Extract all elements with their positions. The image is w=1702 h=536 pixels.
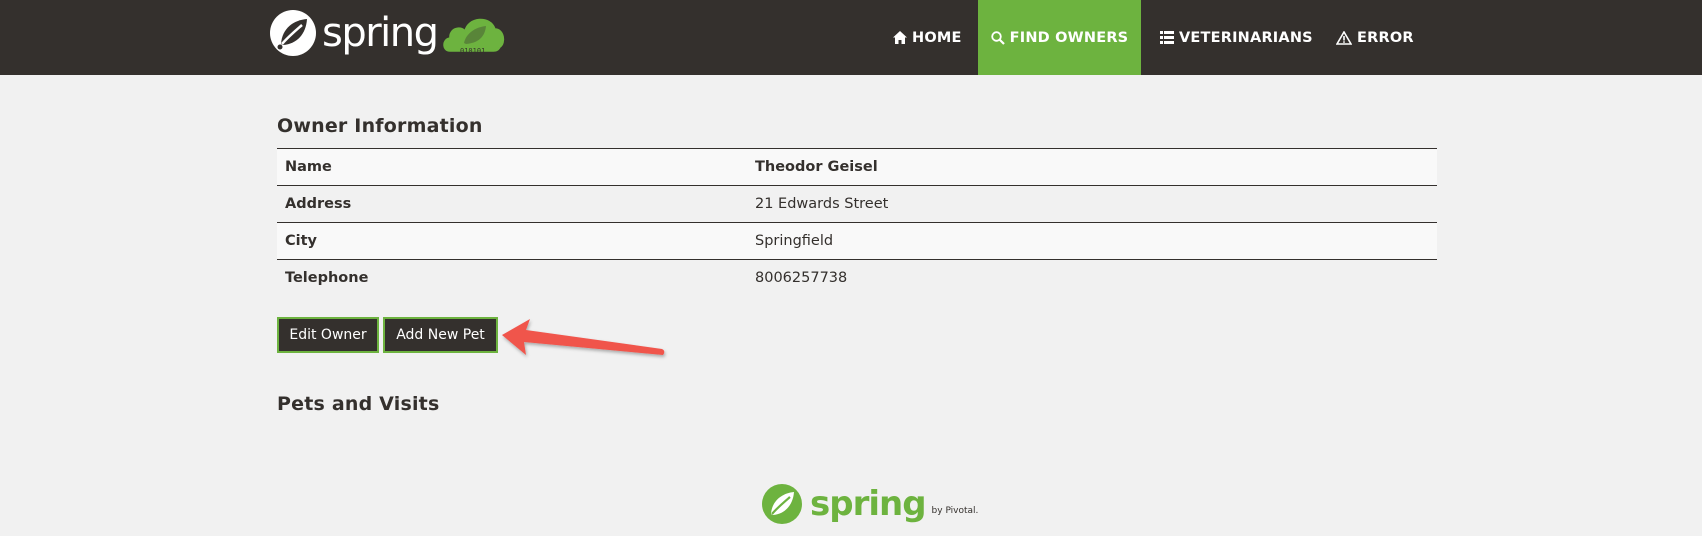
owner-telephone-value: 8006257738 [747, 259, 1437, 297]
brand-logo[interactable]: spring 010101 [270, 9, 506, 57]
nav-home[interactable]: HOME [874, 0, 981, 75]
owner-name-value: Theodor Geisel [747, 148, 1437, 186]
owner-info-title: Owner Information [277, 115, 483, 137]
nav-find-owners-label: FIND OWNERS [1009, 29, 1129, 46]
top-navbar: spring 010101 HOME FIND OWNERS VETERINAR… [0, 0, 1702, 75]
add-new-pet-button[interactable]: Add New Pet [383, 317, 498, 353]
edit-owner-button[interactable]: Edit Owner [277, 317, 379, 353]
nav-veterinarians-label: VETERINARIANS [1179, 29, 1313, 46]
owner-info-table: Name Theodor Geisel Address 21 Edwards S… [277, 148, 1437, 297]
spring-leaf-icon [270, 10, 316, 56]
row-label: City [277, 222, 747, 260]
footer-by-pivotal: by Pivotal. [931, 506, 979, 516]
cloud-digits: 010101 [460, 47, 485, 55]
footer-logo: spring by Pivotal. [762, 484, 978, 524]
row-label: Name [277, 148, 747, 186]
table-row: Address 21 Edwards Street [277, 185, 1437, 223]
home-icon [893, 31, 907, 44]
table-row: City Springfield [277, 222, 1437, 260]
table-row: Name Theodor Geisel [277, 148, 1437, 186]
row-label: Telephone [277, 259, 747, 297]
footer-leaf-icon [762, 484, 802, 524]
row-label: Address [277, 185, 747, 223]
cloud-leaf-icon: 010101 [440, 9, 506, 57]
warning-icon [1336, 30, 1352, 45]
list-icon [1160, 31, 1174, 44]
brand-name: spring [322, 10, 439, 56]
nav-home-label: HOME [912, 29, 962, 46]
footer-brand: spring [810, 484, 927, 524]
pets-visits-title: Pets and Visits [277, 393, 440, 415]
owner-address-value: 21 Edwards Street [747, 185, 1437, 223]
search-icon [990, 30, 1005, 45]
nav-error-label: ERROR [1357, 29, 1414, 46]
nav-error[interactable]: ERROR [1317, 0, 1433, 75]
annotation-arrow-icon [500, 318, 670, 374]
owner-city-value: Springfield [747, 222, 1437, 260]
table-row: Telephone 8006257738 [277, 259, 1437, 297]
nav-veterinarians[interactable]: VETERINARIANS [1141, 0, 1332, 75]
nav-find-owners[interactable]: FIND OWNERS [978, 0, 1141, 75]
